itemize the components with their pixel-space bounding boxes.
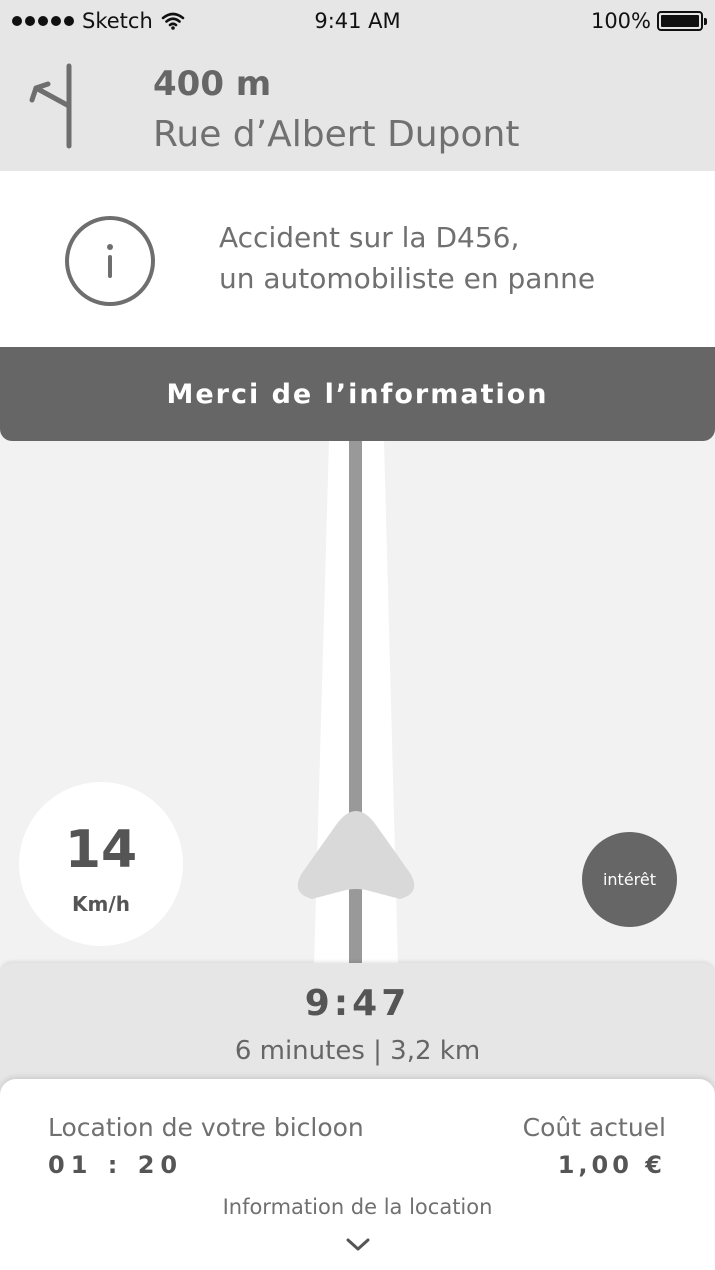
nav-distance: 400 m: [153, 64, 272, 104]
battery-percent: 100%: [590, 9, 651, 33]
cost-label: Coût actuel: [522, 1113, 666, 1142]
battery-icon: [657, 11, 707, 31]
alert-message-line2: un automobiliste en panne: [219, 262, 596, 295]
trip-summary: 6 minutes | 3,2 km: [234, 1036, 481, 1066]
rental-info-link[interactable]: Information de la location: [0, 1195, 715, 1219]
arrival-time: 9:47: [304, 983, 411, 1024]
navigation-header: 400 m Rue d’Albert Dupont: [0, 42, 715, 171]
status-right: 100%: [590, 9, 707, 33]
rental-label: Location de votre bicloon: [48, 1113, 364, 1142]
nav-street-name: Rue d’Albert Dupont: [153, 114, 520, 155]
navigation-arrow-icon: [297, 811, 415, 899]
speed-unit: Km/h: [72, 892, 130, 916]
speed-value: 14: [64, 820, 138, 880]
rental-panel: Location de votre bicloon 01 : 20 Coût a…: [0, 1079, 715, 1270]
thanks-for-info-button[interactable]: Merci de l’information: [0, 347, 715, 441]
status-bar: Sketch 9:41 AM 100%: [0, 0, 715, 42]
points-of-interest-button[interactable]: intérêt: [582, 832, 677, 927]
rental-duration: 01 : 20: [48, 1151, 184, 1179]
alert-message-line1: Accident sur la D456,: [219, 221, 520, 254]
turn-left-icon: [29, 63, 72, 149]
chevron-down-icon[interactable]: [346, 1237, 370, 1253]
info-icon: [65, 216, 155, 306]
cost-value: 1,00 €: [557, 1151, 666, 1179]
speedometer: 14 Km/h: [19, 782, 183, 946]
traffic-alert-panel: Accident sur la D456, un automobiliste e…: [0, 171, 715, 347]
